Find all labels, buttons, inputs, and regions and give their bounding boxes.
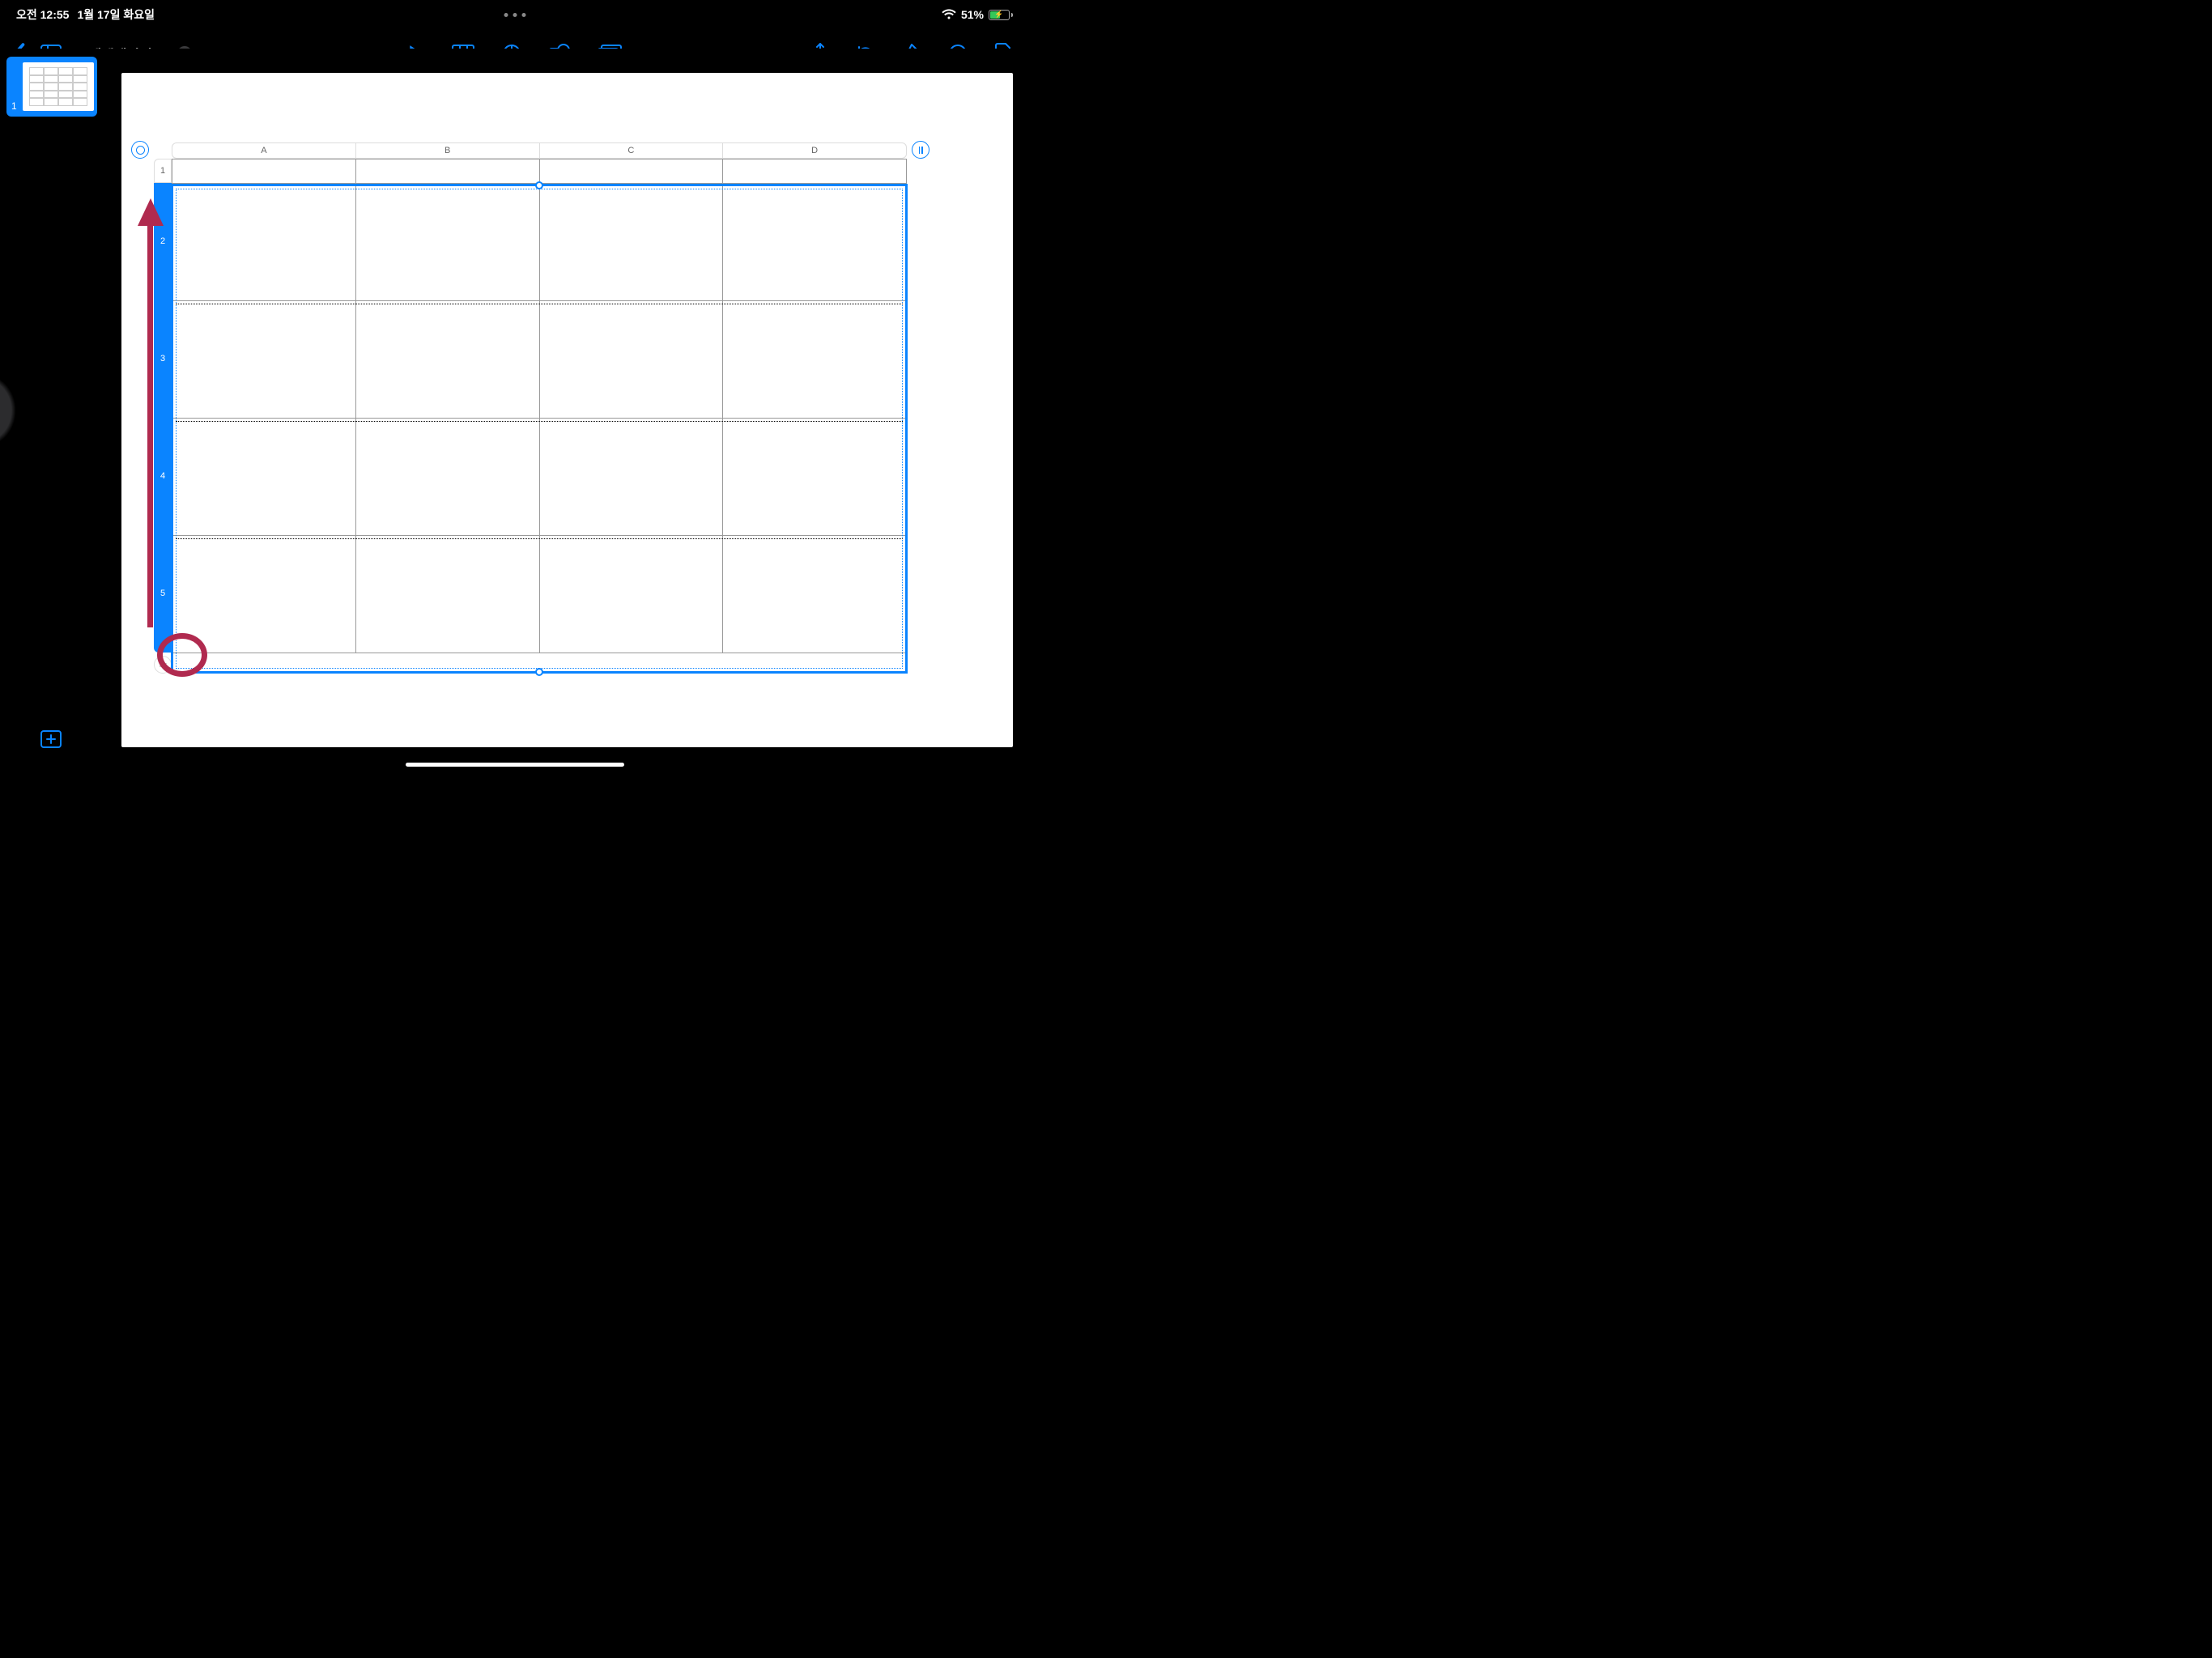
slide-thumbnail-preview xyxy=(23,62,94,111)
workspace: 1 〉 A xyxy=(0,49,1029,772)
slide-canvas[interactable]: A B C D 1 2 3 4 5 xyxy=(121,73,1013,747)
row-header-3[interactable]: 3 xyxy=(154,300,172,418)
column-header-a[interactable]: A xyxy=(172,142,356,159)
add-slide-button[interactable] xyxy=(40,730,62,752)
column-header-b[interactable]: B xyxy=(356,142,540,159)
table-corner-handle-tl[interactable] xyxy=(131,141,149,159)
wifi-icon xyxy=(942,9,956,20)
home-indicator[interactable] xyxy=(406,763,624,767)
table-add-row-handle[interactable] xyxy=(154,656,172,674)
table-row xyxy=(172,419,907,536)
table-grid[interactable] xyxy=(172,159,907,674)
slide-number: 1 xyxy=(11,100,17,112)
multitask-dots[interactable] xyxy=(504,13,525,17)
row-header-4[interactable]: 4 xyxy=(154,418,172,535)
table-row xyxy=(172,184,907,301)
table-row xyxy=(172,536,907,653)
row-header-1[interactable]: 1 xyxy=(154,159,172,183)
column-headers[interactable]: A B C D xyxy=(172,142,907,159)
column-header-c[interactable]: C xyxy=(540,142,724,159)
battery-percentage: 51% xyxy=(961,8,984,21)
column-header-d[interactable]: D xyxy=(723,142,907,159)
table-row xyxy=(172,159,907,184)
slide-thumbnail-1[interactable]: 1 xyxy=(6,57,97,117)
row-header-5[interactable]: 5 xyxy=(154,535,172,653)
battery-icon: ⚡ xyxy=(989,10,1013,20)
status-date: 1월 17일 화요일 xyxy=(77,6,155,23)
selection-handle-bottom[interactable] xyxy=(535,668,543,676)
row-header-2[interactable]: 2 xyxy=(154,183,172,300)
table-object[interactable]: A B C D 1 2 3 4 5 xyxy=(154,142,907,674)
row-headers[interactable]: 1 2 3 4 5 xyxy=(154,159,172,653)
table-row xyxy=(172,301,907,419)
status-bar: 오전 12:55 1월 17일 화요일 51% ⚡ xyxy=(0,0,1029,29)
table-add-column-handle[interactable] xyxy=(912,141,929,159)
status-time: 오전 12:55 xyxy=(16,6,69,23)
canvas-area[interactable]: A B C D 1 2 3 4 5 xyxy=(100,49,1029,772)
